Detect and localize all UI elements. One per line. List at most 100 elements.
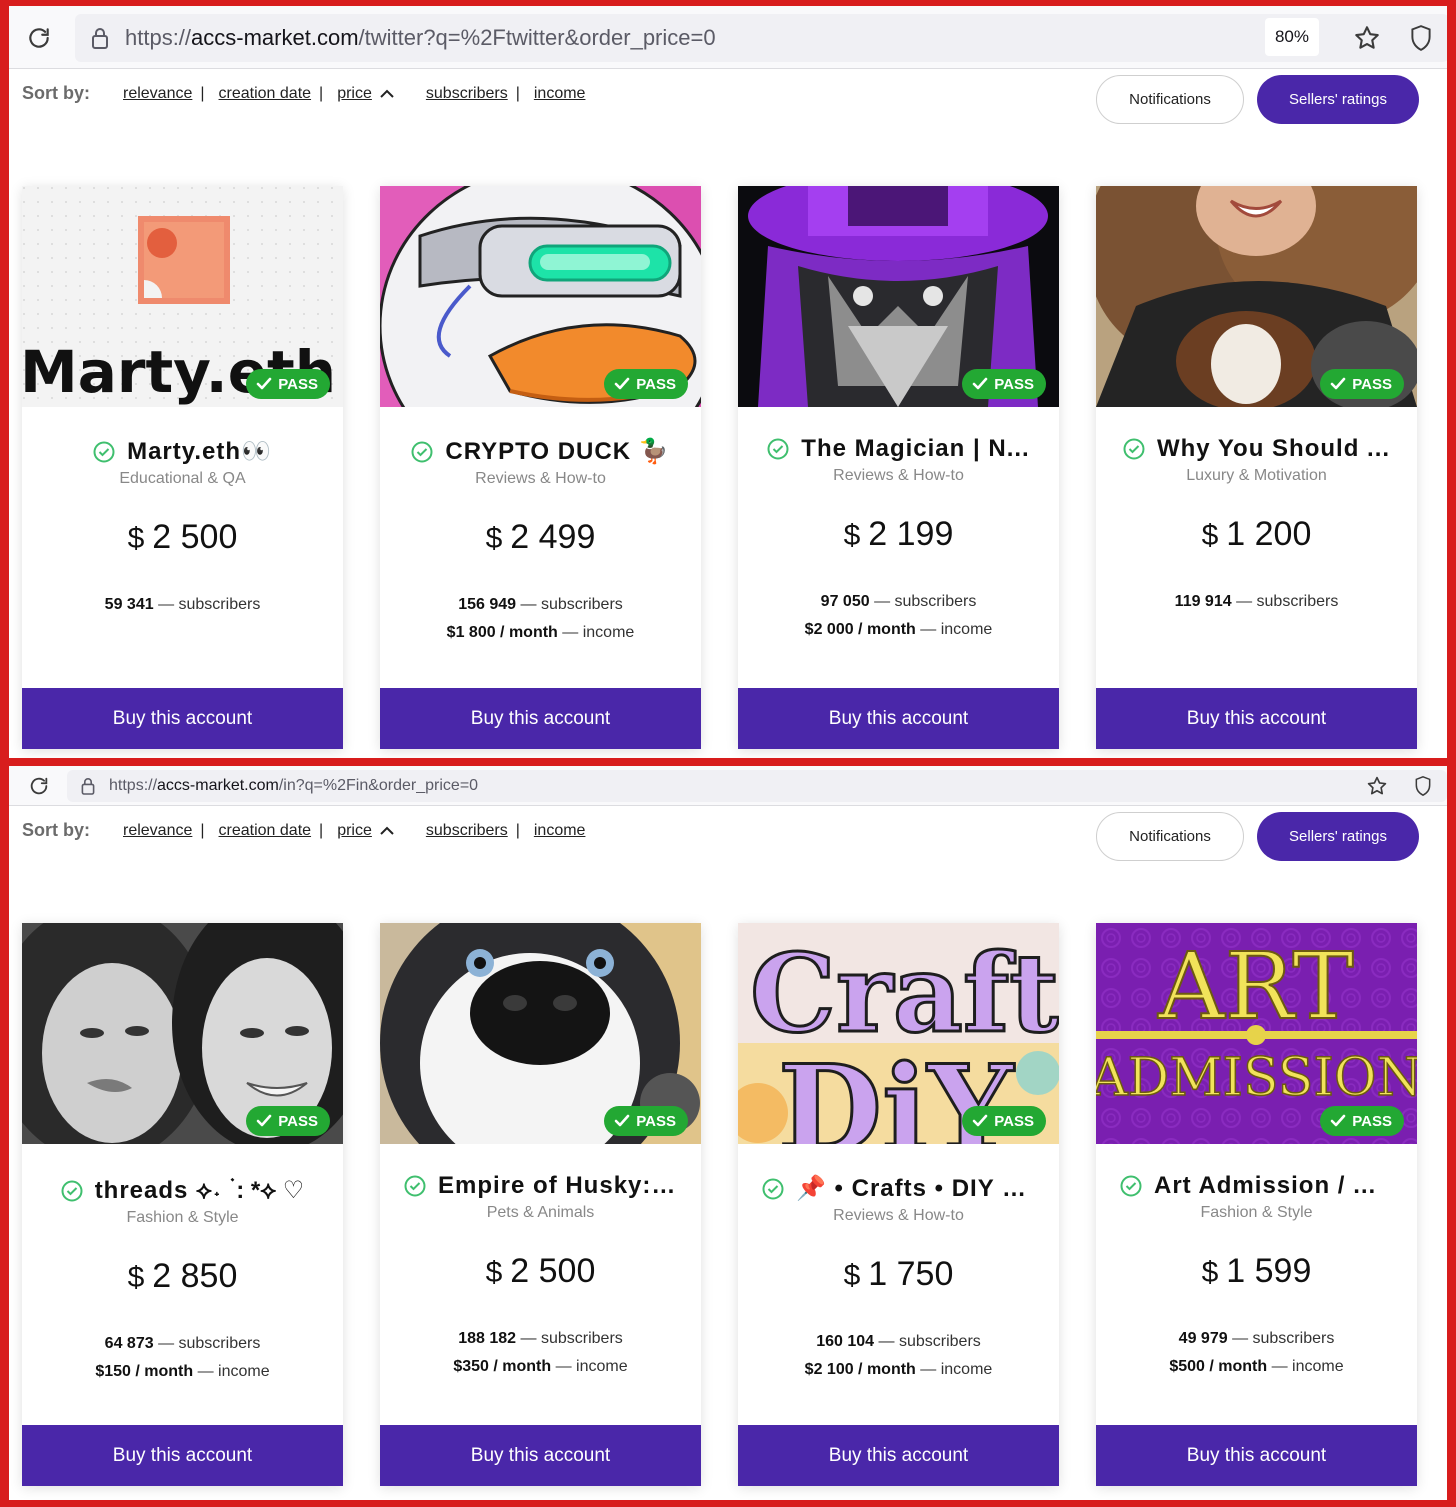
sort-subscribers-link[interactable]: subscribers [426,85,508,103]
pass-badge: PASS [1320,369,1404,399]
reload-icon[interactable] [21,20,57,56]
account-thumbnail: PASS [1096,186,1417,407]
verified-check-icon [1120,1175,1142,1197]
checkmark-icon [256,377,272,390]
buy-account-button[interactable]: Buy this account [380,1425,701,1486]
account-thumbnail: PASS [738,186,1059,407]
sort-relevance-link[interactable]: relevance [123,85,192,103]
notifications-button[interactable]: Notifications [1096,75,1244,124]
zoom-level[interactable]: 80% [1264,18,1319,56]
buy-account-button[interactable]: Buy this account [380,688,701,749]
checkmark-icon [1330,377,1346,390]
subscribers-stat: 64 873 — subscribers [104,1335,261,1352]
checkmark-icon [972,1114,988,1127]
buy-account-button[interactable]: Buy this account [738,1425,1059,1486]
account-title[interactable]: 📌 • Crafts • DIY • ... [796,1174,1035,1203]
income-stat: $2 000 / month — income [804,621,993,638]
account-title[interactable]: Empire of Husky: ... [438,1172,677,1200]
account-title[interactable]: Why You Should ... [1157,435,1390,463]
shield-icon[interactable] [1409,772,1437,800]
account-price: $2 199 [843,515,954,553]
sort-income-link[interactable]: income [534,822,586,840]
notifications-button[interactable]: Notifications [1096,812,1244,861]
account-card[interactable]: ART ADMISSION PASS Art Admission / A... … [1096,923,1417,1486]
sort-subscribers-link[interactable]: subscribers [426,822,508,840]
account-title[interactable]: Art Admission / A... [1154,1172,1393,1200]
account-card[interactable]: PASS The Magician | N... Reviews & How-t… [738,186,1059,749]
sort-options: relevance | creation date | price subscrib… [123,822,585,840]
buy-account-button[interactable]: Buy this account [1096,688,1417,749]
account-card[interactable]: PASS threads ⟡˖ ࣪ : *⟡ ♡ Fashion & Style… [22,923,343,1486]
pass-badge: PASS [604,369,688,399]
chevron-up-icon[interactable] [380,89,394,99]
income-stat: $150 / month — income [95,1363,270,1380]
sort-price-link[interactable]: price [337,822,372,840]
sort-creation-date-link[interactable]: creation date [219,85,312,103]
browser-window-instagram: https://accs-market.com/in?q=%2Fin&order… [9,766,1447,1500]
svg-text:ART: ART [1157,933,1353,1040]
account-thumbnail: Craft DiY PASS [738,923,1059,1144]
account-category: Reviews & How-to [475,470,606,487]
checkmark-icon [256,1114,272,1127]
lock-icon [75,14,125,62]
sellers-ratings-button[interactable]: Sellers' ratings [1257,75,1419,124]
reload-icon[interactable] [25,772,53,800]
account-card[interactable]: PASS CRYPTO DUCK 🦆 Reviews & How-to $2 4… [380,186,701,749]
separator: | [319,85,324,102]
account-stats: 49 979 — subscribers $500 / month — inco… [1096,1325,1417,1381]
subscribers-stat: 156 949 — subscribers [458,596,623,613]
account-title[interactable]: CRYPTO DUCK 🦆 [445,437,669,466]
account-thumbnail: PASS [380,923,701,1144]
account-stats: 160 104 — subscribers $2 100 / month — i… [738,1328,1059,1384]
account-category: Pets & Animals [486,1204,595,1221]
browser-window-twitter: https://accs-market.com/twitter?q=%2Ftwi… [9,6,1447,758]
income-stat: $350 / month — income [453,1358,628,1375]
svg-text:ADMISSION: ADMISSION [1096,1048,1417,1108]
account-price: $1 750 [843,1255,954,1293]
checkmark-icon [972,377,988,390]
bookmark-star-icon[interactable] [1363,772,1391,800]
pass-badge: PASS [1320,1106,1404,1136]
account-card[interactable]: PASS Why You Should ... Luxury & Motivat… [1096,186,1417,749]
separator: | [515,822,520,839]
account-category: Luxury & Motivation [1186,467,1327,484]
subscribers-stat: 59 341 — subscribers [104,596,261,613]
income-stat: $2 100 / month — income [804,1361,993,1378]
sort-bar: Sort by: relevance | creation date | price… [9,806,1447,866]
account-category: Reviews & How-to [833,1207,964,1224]
subscribers-stat: 49 979 — subscribers [1178,1330,1335,1347]
account-card[interactable]: Marty.eth PASS Marty.eth👀 Educational & … [22,186,343,749]
sort-income-link[interactable]: income [534,85,586,103]
buy-account-button[interactable]: Buy this account [1096,1425,1417,1486]
buy-account-button[interactable]: Buy this account [22,1425,343,1486]
subscribers-stat: 97 050 — subscribers [820,593,977,610]
account-stats: 97 050 — subscribers $2 000 / month — in… [738,588,1059,644]
account-stats: 59 341 — subscribers [22,591,343,619]
address-bar[interactable]: https://accs-market.com/twitter?q=%2Ftwi… [75,14,1447,62]
subscribers-stat: 188 182 — subscribers [458,1330,623,1347]
sellers-ratings-button[interactable]: Sellers' ratings [1257,812,1419,861]
pass-badge: PASS [246,1106,330,1136]
account-category: Educational & QA [119,470,246,487]
sort-price-link[interactable]: price [337,85,372,103]
sort-creation-date-link[interactable]: creation date [219,822,312,840]
address-bar[interactable]: https://accs-market.com/in?q=%2Fin&order… [67,770,1447,802]
account-card[interactable]: PASS Empire of Husky: ... Pets & Animals… [380,923,701,1486]
chevron-up-icon[interactable] [380,826,394,836]
buy-account-button[interactable]: Buy this account [738,688,1059,749]
bookmark-star-icon[interactable] [1349,20,1385,56]
account-card[interactable]: Craft DiY PASS 📌 • Crafts • DIY • ... Re… [738,923,1059,1486]
account-thumbnail: Marty.eth PASS [22,186,343,407]
sort-relevance-link[interactable]: relevance [123,822,192,840]
verified-check-icon [61,1180,83,1202]
account-title[interactable]: threads ⟡˖ ࣪ : *⟡ ♡ [95,1176,305,1205]
account-stats: 188 182 — subscribers $350 / month — inc… [380,1325,701,1381]
account-title[interactable]: Marty.eth👀 [127,437,272,466]
account-stats: 119 914 — subscribers [1096,588,1417,616]
buy-account-button[interactable]: Buy this account [22,688,343,749]
account-title[interactable]: The Magician | N... [801,435,1029,463]
shield-icon[interactable] [1403,20,1439,56]
pass-badge: PASS [962,1106,1046,1136]
verified-check-icon [404,1175,426,1197]
browser-toolbar: https://accs-market.com/in?q=%2Fin&order… [9,766,1447,806]
